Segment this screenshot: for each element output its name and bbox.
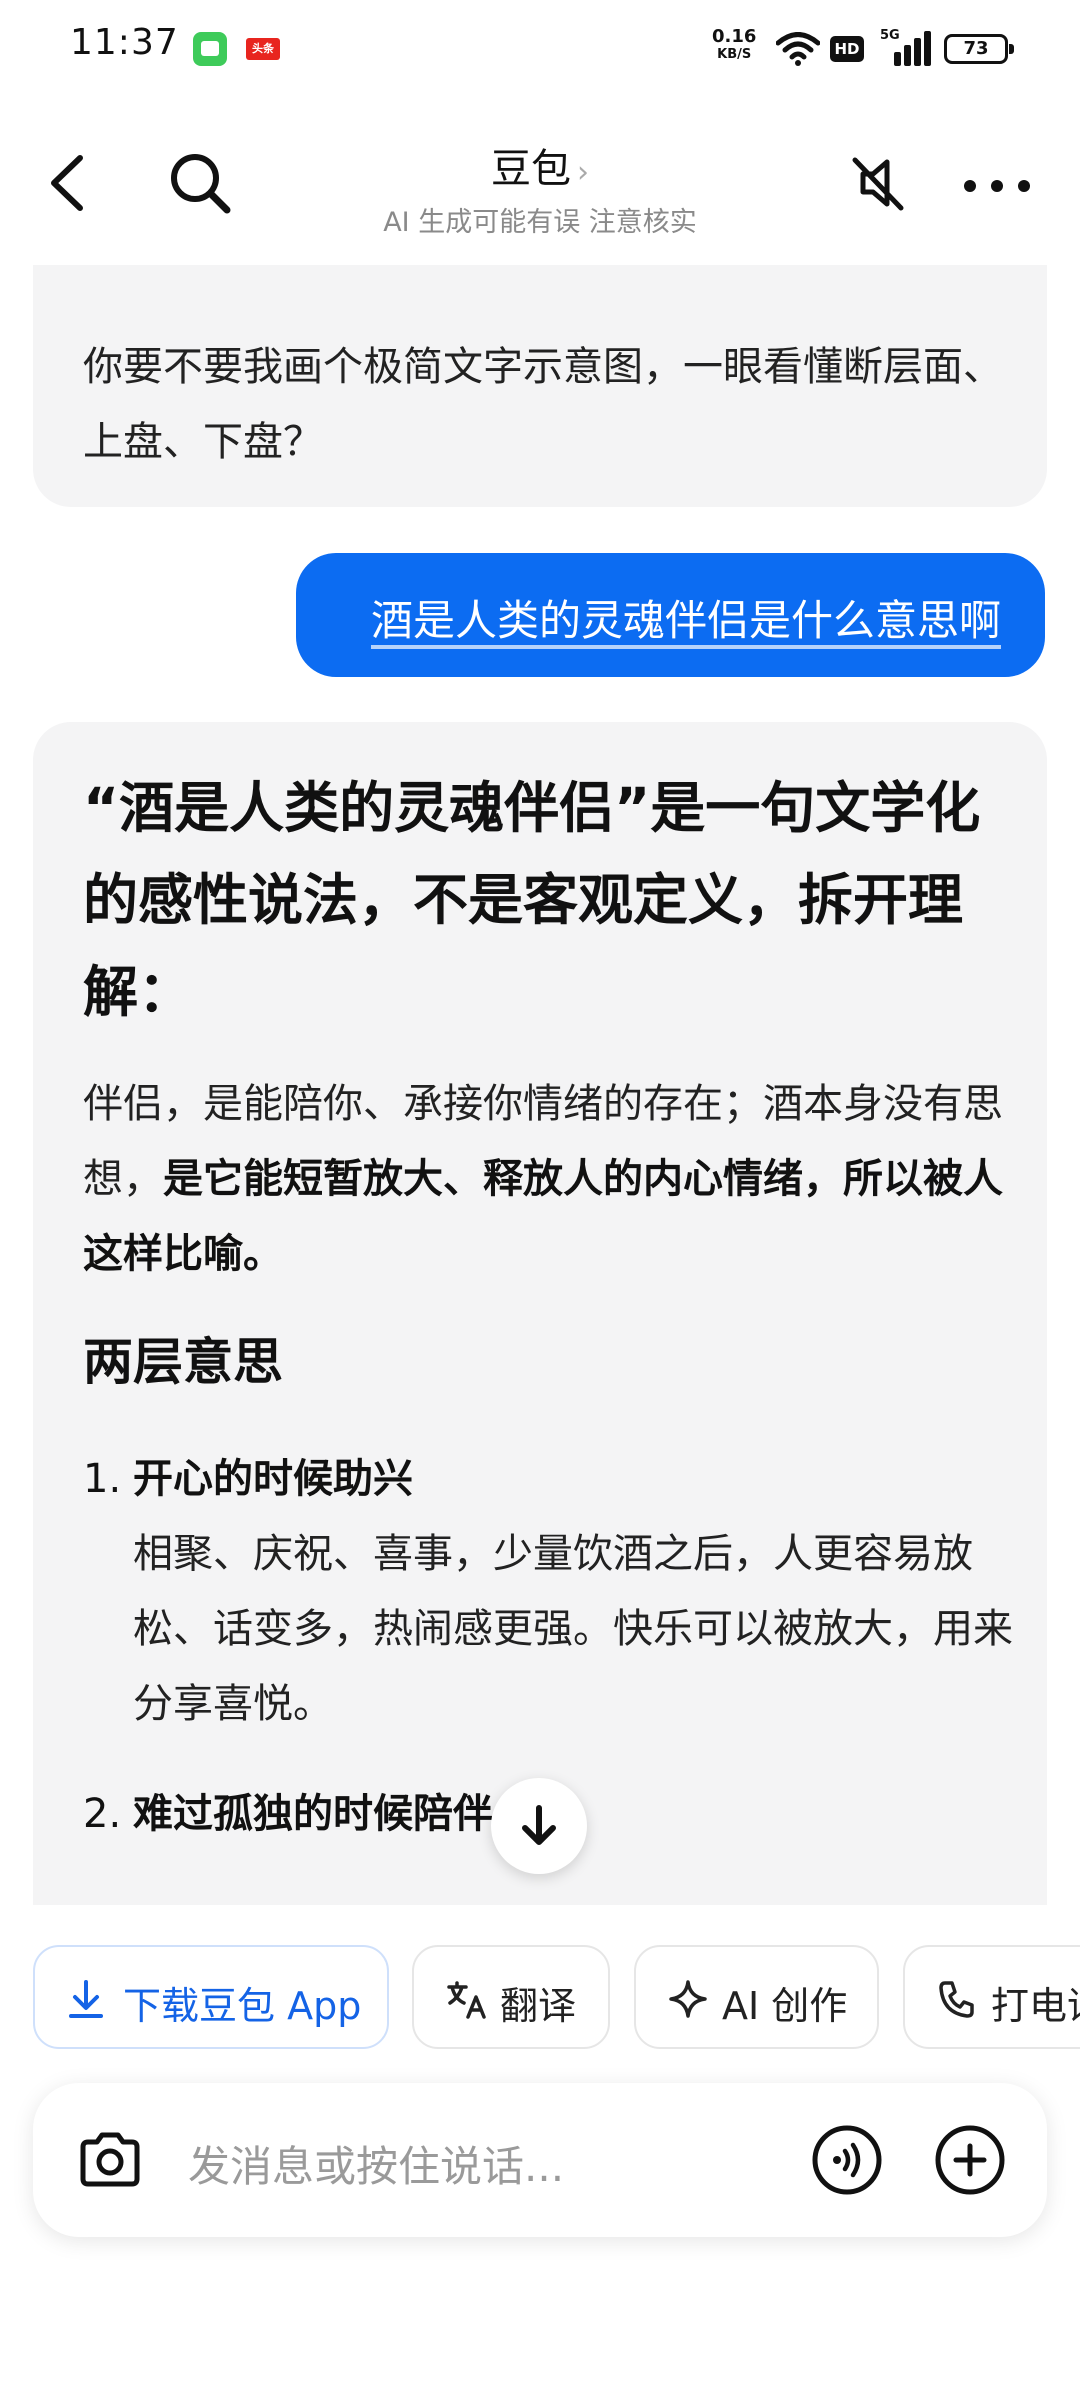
sparkle-icon xyxy=(669,1980,707,2018)
search-icon[interactable] xyxy=(165,148,235,218)
list-item-title: 难过孤独的时候陪伴 xyxy=(133,1791,493,1837)
download-app-chip[interactable]: 下载豆包 App xyxy=(33,1945,389,2049)
list-item-body: 相聚、庆祝、喜事，少量饮酒之后，人更容易放松、话变多，热闹感更强。快乐可以被放大… xyxy=(133,1531,1013,1727)
translate-label: 翻译 xyxy=(500,1984,577,2028)
user-message[interactable]: 酒是人类的灵魂伴侣是什么意思啊 xyxy=(296,553,1045,677)
bot-name: 豆包 xyxy=(491,146,571,192)
wifi-icon xyxy=(776,32,820,66)
call-label: 打电话 xyxy=(991,1984,1080,2028)
section-title: 两层意思 xyxy=(83,1333,283,1391)
status-bar: 11:37 头条 0.16 KB/S HD 5G 73 xyxy=(0,0,1080,100)
translate-icon xyxy=(447,1981,486,2019)
list-item-title: 开心的时候助兴 xyxy=(133,1456,413,1502)
speaker-muted-icon[interactable] xyxy=(845,150,911,216)
arrow-down-icon xyxy=(522,1805,556,1845)
list-number: 1. xyxy=(83,1456,122,1502)
answer-heading: “酒是人类的灵魂伴侣”是一句文学化的感性说法，不是客观定义，拆开理解： xyxy=(83,776,981,1024)
ai-create-chip[interactable]: AI 创作 xyxy=(634,1945,879,2049)
back-icon[interactable] xyxy=(40,150,100,216)
signal-icon xyxy=(894,31,931,66)
network-speed-unit: KB/S xyxy=(717,47,752,62)
battery-level: 73 xyxy=(963,38,989,59)
messages-app-icon xyxy=(193,32,227,66)
network-speed: 0.16 KB/S xyxy=(712,28,756,64)
chevron-right-icon: › xyxy=(577,155,589,190)
chat-title[interactable]: 豆包 › AI 生成可能有误 注意核实 xyxy=(340,136,740,239)
bottom-panel: 下载豆包 App 翻译 AI 创作 打电话 发消息或按住说话... xyxy=(0,1905,1080,2400)
ai-disclaimer: AI 生成可能有误 注意核实 xyxy=(383,207,697,238)
voice-call-icon[interactable] xyxy=(810,2123,884,2197)
battery-icon: 73 xyxy=(944,34,1014,64)
message-input-bar: 发消息或按住说话... xyxy=(33,2083,1047,2237)
ai-message-text: 你要不要我画个极简文字示意图，一眼看懂断层面、上盘、下盘？ xyxy=(83,344,1003,465)
phone-icon xyxy=(939,1981,974,2018)
more-icon[interactable] xyxy=(962,178,1032,194)
chat-header: 豆包 › AI 生成可能有误 注意核实 xyxy=(0,100,1080,265)
network-speed-value: 0.16 xyxy=(712,26,757,47)
scroll-to-bottom-button[interactable] xyxy=(491,1778,587,1874)
download-icon xyxy=(69,1980,103,2018)
call-chip[interactable]: 打电话 xyxy=(903,1945,1080,2049)
plus-icon[interactable] xyxy=(933,2123,1007,2197)
answer-paragraph: 伴侣，是能陪你、承接你情绪的存在；酒本身没有思想，是它能短暂放大、释放人的内心情… xyxy=(83,1067,1013,1292)
download-app-label: 下载豆包 App xyxy=(123,1984,362,2028)
user-message-text[interactable]: 酒是人类的灵魂伴侣是什么意思啊 xyxy=(371,587,1001,648)
list-number: 2. xyxy=(83,1791,122,1837)
ai-message-answer: “酒是人类的灵魂伴侣”是一句文学化的感性说法，不是客观定义，拆开理解： 伴侣，是… xyxy=(33,722,1047,1922)
translate-chip[interactable]: 翻译 xyxy=(412,1945,610,2049)
news-app-icon: 头条 xyxy=(246,38,280,60)
hd-icon: HD xyxy=(830,36,864,62)
message-input[interactable]: 发消息或按住说话... xyxy=(188,2133,564,2194)
ai-create-label: AI 创作 xyxy=(722,1984,848,2028)
status-time: 11:37 xyxy=(70,22,179,63)
camera-icon[interactable] xyxy=(75,2125,145,2195)
answer-paragraph-bold: 是它能短暂放大、释放人的内心情绪，所以被人这样比喻。 xyxy=(83,1156,1003,1277)
